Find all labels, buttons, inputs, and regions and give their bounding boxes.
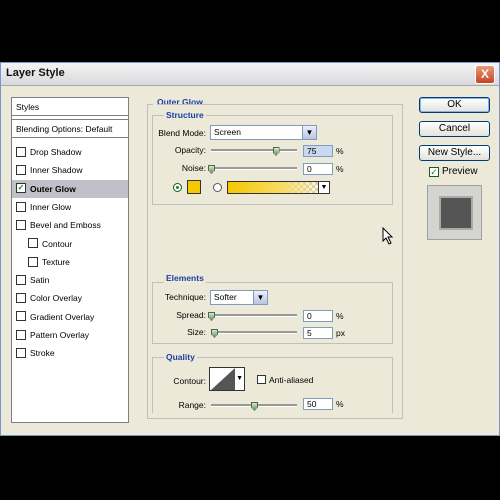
style-item-stroke[interactable]: Stroke	[12, 344, 128, 362]
cancel-button[interactable]: Cancel	[419, 121, 490, 137]
noise-field[interactable]: 0	[303, 163, 333, 175]
checkbox[interactable]	[16, 329, 26, 340]
checkbox[interactable]	[28, 238, 38, 249]
style-item-contour[interactable]: Contour	[12, 235, 128, 253]
opacity-unit: %	[336, 146, 344, 156]
technique-label: Technique:	[164, 292, 206, 302]
noise-unit: %	[336, 164, 344, 174]
style-item-label: Contour	[42, 238, 73, 249]
noise-label: Noise:	[181, 163, 206, 173]
anti-aliased-label: Anti-aliased	[269, 375, 314, 385]
checkbox[interactable]	[28, 256, 38, 267]
style-item-label: Inner Shadow	[30, 165, 83, 176]
preview-checkbox[interactable]: ✓	[429, 167, 439, 177]
preview-thumbnail	[427, 185, 482, 240]
style-item-outer-glow[interactable]: ✓ Outer Glow	[12, 179, 128, 198]
style-item-pattern-overlay[interactable]: Pattern Overlay	[12, 326, 128, 344]
size-unit: px	[336, 328, 345, 338]
checkbox[interactable]	[16, 293, 26, 304]
color-radio[interactable]	[173, 183, 182, 192]
style-item-label: Stroke	[30, 348, 55, 359]
style-item-label: Inner Glow	[30, 201, 72, 212]
chevron-down-icon: ▼	[302, 126, 316, 139]
style-item-label: Bevel and Emboss	[30, 220, 101, 231]
checkbox[interactable]	[16, 165, 26, 176]
spread-label: Spread:	[176, 310, 206, 320]
mouse-cursor-icon	[382, 227, 394, 245]
range-unit: %	[336, 399, 344, 409]
glow-color-swatch[interactable]	[187, 180, 201, 194]
opacity-slider-track[interactable]	[211, 149, 297, 152]
checkbox[interactable]	[16, 274, 26, 285]
spread-slider-track[interactable]	[211, 314, 297, 317]
elements-title: Elements	[164, 273, 206, 283]
style-item-color-overlay[interactable]: Color Overlay	[12, 289, 128, 307]
blend-mode-value: Screen	[214, 127, 241, 137]
style-item-label: Pattern Overlay	[30, 330, 90, 340]
style-item-satin[interactable]: Satin	[12, 271, 128, 289]
checkbox[interactable]	[16, 201, 26, 212]
ok-button[interactable]: OK	[419, 97, 490, 113]
spread-field[interactable]: 0	[303, 310, 333, 322]
gradient-picker[interactable]: ▼	[227, 181, 330, 194]
new-style-button[interactable]: New Style...	[419, 145, 490, 161]
styles-header[interactable]: Styles	[12, 98, 128, 116]
checkbox[interactable]: ✓	[16, 183, 26, 194]
size-field[interactable]: 5	[303, 327, 333, 339]
checkbox[interactable]	[16, 146, 26, 157]
quality-title: Quality	[164, 352, 197, 362]
layer-style-dialog: Layer Style X Styles Blending Options: D…	[0, 62, 500, 436]
style-item-bevel-and-emboss[interactable]: Bevel and Emboss	[12, 216, 128, 234]
title-bar: Layer Style X	[1, 63, 499, 86]
style-item-drop-shadow[interactable]: Drop Shadow	[12, 143, 128, 161]
style-item-label: Satin	[30, 275, 50, 286]
window-title: Layer Style	[6, 67, 65, 79]
style-item-label: Outer Glow	[30, 183, 76, 194]
blend-mode-label: Blend Mode:	[158, 128, 206, 138]
technique-select[interactable]: Softer ▼	[210, 290, 268, 305]
chevron-down-icon: ▼	[318, 182, 329, 193]
chevron-down-icon: ▼	[236, 375, 243, 382]
style-item-label: Color Overlay	[30, 293, 82, 304]
noise-slider-track[interactable]	[211, 167, 297, 170]
blend-mode-select[interactable]: Screen ▼	[210, 125, 317, 140]
blending-options-item[interactable]: Blending Options: Default	[12, 119, 128, 138]
size-label: Size:	[187, 327, 206, 337]
style-item-label: Gradient Overlay	[30, 311, 95, 322]
contour-picker[interactable]: ▼	[209, 367, 245, 391]
style-item-inner-glow[interactable]: Inner Glow	[12, 198, 128, 216]
checkbox[interactable]	[16, 311, 26, 322]
contour-label: Contour:	[173, 376, 206, 386]
styles-list: Styles Blending Options: Default Drop Sh…	[11, 97, 129, 423]
style-item-inner-shadow[interactable]: Inner Shadow	[12, 161, 128, 179]
anti-aliased-checkbox[interactable]	[257, 375, 266, 384]
style-item-gradient-overlay[interactable]: Gradient Overlay	[12, 308, 128, 326]
close-button[interactable]: X	[475, 65, 495, 84]
style-item-label: Drop Shadow	[30, 147, 82, 157]
checkbox[interactable]	[16, 348, 26, 359]
style-item-label: Texture	[42, 256, 70, 267]
size-slider-track[interactable]	[211, 331, 297, 334]
opacity-field[interactable]: 75	[303, 145, 333, 157]
chevron-down-icon: ▼	[253, 291, 267, 304]
opacity-label: Opacity:	[174, 145, 206, 155]
range-field[interactable]: 50	[303, 398, 333, 410]
technique-value: Softer	[214, 292, 237, 302]
spread-unit: %	[336, 311, 344, 321]
structure-title: Structure	[164, 110, 206, 120]
preview-label: Preview	[442, 166, 478, 177]
contour-curve-icon	[211, 368, 235, 390]
range-label: Range:	[178, 400, 206, 410]
style-item-texture[interactable]: Texture	[12, 253, 128, 271]
checkbox[interactable]	[16, 219, 26, 230]
gradient-radio[interactable]	[213, 183, 222, 192]
